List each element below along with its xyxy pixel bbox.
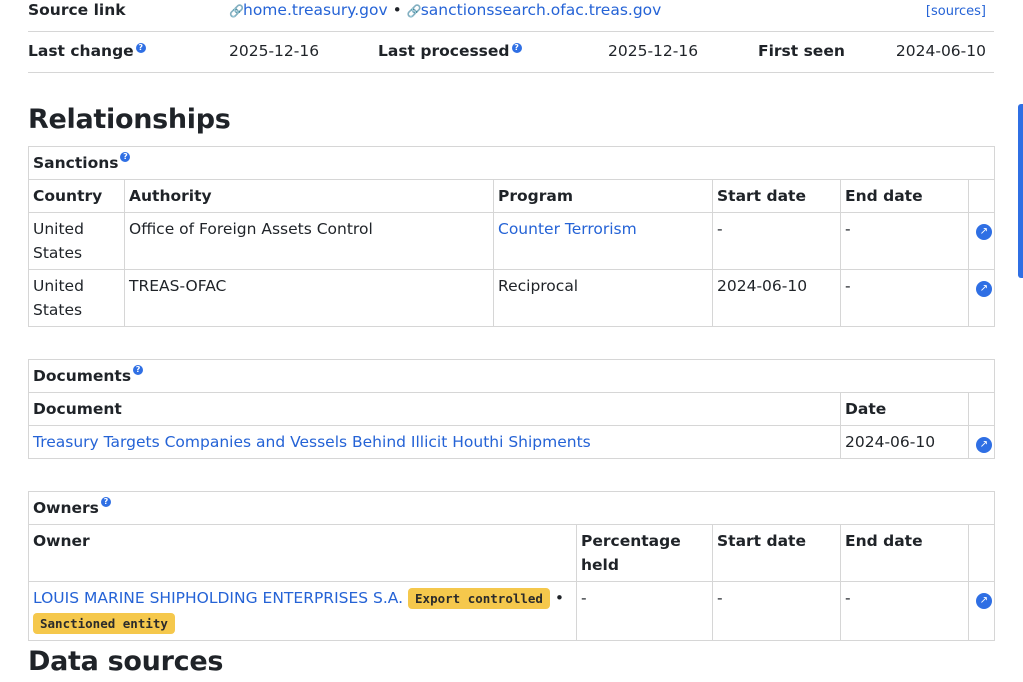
help-icon[interactable]: ? bbox=[100, 497, 111, 507]
column-header: Percentage held bbox=[576, 524, 713, 582]
first-seen-value: 2024-06-10 bbox=[895, 42, 986, 60]
open-external-icon[interactable]: ↗ bbox=[976, 593, 992, 609]
start-date-cell: - bbox=[712, 212, 841, 270]
data-sources-heading: Data sources bbox=[28, 646, 224, 677]
start-date-cell: 2024-06-10 bbox=[712, 269, 841, 327]
entity-page: Source link 🔗home.treasury.gov • 🔗sancti… bbox=[27, 0, 996, 677]
column-header: Date bbox=[840, 392, 969, 426]
documents-title: Documents? bbox=[27, 359, 996, 393]
table-row: Treasury Targets Companies and Vessels B… bbox=[28, 425, 996, 459]
source-link-treasury[interactable]: home.treasury.gov bbox=[243, 1, 388, 19]
separator: • bbox=[554, 589, 565, 607]
column-header: Document bbox=[28, 392, 841, 426]
country-cell: United States bbox=[28, 269, 125, 327]
table-header-row: Country Authority Program Start date End… bbox=[28, 179, 996, 213]
column-header: Start date bbox=[712, 524, 841, 582]
source-link-row: Source link 🔗home.treasury.gov • 🔗sancti… bbox=[28, 0, 994, 32]
column-header: Owner bbox=[28, 524, 577, 582]
source-links: 🔗home.treasury.gov • 🔗sanctionssearch.of… bbox=[229, 1, 661, 19]
first-seen-label: First seen bbox=[758, 42, 845, 60]
help-icon[interactable]: ? bbox=[511, 43, 522, 53]
table-header-row: Owner Percentage held Start date End dat… bbox=[28, 524, 996, 582]
program-link[interactable]: Counter Terrorism bbox=[498, 220, 637, 238]
sources-link[interactable]: [sources] bbox=[926, 4, 986, 19]
owners-table: Owners? Owner Percentage held Start date… bbox=[27, 491, 996, 641]
column-header: End date bbox=[840, 524, 969, 582]
export-controlled-badge: Export controlled bbox=[408, 588, 550, 609]
table-header-row: Document Date bbox=[28, 392, 996, 426]
dates-row: Last change? 2025-12-16 Last processed? … bbox=[28, 32, 994, 73]
document-link[interactable]: Treasury Targets Companies and Vessels B… bbox=[33, 433, 591, 451]
open-external-icon[interactable]: ↗ bbox=[976, 281, 992, 297]
table-row: United States Office of Foreign Assets C… bbox=[28, 212, 996, 270]
end-date-cell: - bbox=[840, 212, 969, 270]
separator: • bbox=[392, 1, 402, 19]
sanctions-table: Sanctions? Country Authority Program Sta… bbox=[27, 146, 996, 327]
table-row: United States TREAS-OFAC Reciprocal 2024… bbox=[28, 269, 996, 327]
relationships-heading: Relationships bbox=[28, 104, 231, 135]
sanctions-title: Sanctions? bbox=[27, 146, 996, 180]
help-icon[interactable]: ? bbox=[120, 152, 131, 162]
end-date-cell: - bbox=[840, 269, 969, 327]
last-processed-label: Last processed? bbox=[378, 42, 522, 60]
last-change-value: 2025-12-16 bbox=[229, 42, 320, 60]
date-cell: 2024-06-10 bbox=[840, 425, 969, 459]
link-icon: 🔗 bbox=[406, 4, 422, 18]
scroll-indicator[interactable] bbox=[1018, 104, 1023, 278]
sanctioned-entity-badge: Sanctioned entity bbox=[33, 613, 175, 634]
column-header: Authority bbox=[124, 179, 494, 213]
column-header: End date bbox=[840, 179, 969, 213]
start-date-cell: - bbox=[712, 581, 841, 641]
percentage-cell: - bbox=[576, 581, 713, 641]
owners-title: Owners? bbox=[27, 491, 996, 525]
table-row: LOUIS MARINE SHIPHOLDING ENTERPRISES S.A… bbox=[28, 581, 996, 641]
help-icon[interactable]: ? bbox=[135, 43, 146, 53]
country-cell: United States bbox=[28, 212, 125, 270]
source-link-ofac[interactable]: sanctionssearch.ofac.treas.gov bbox=[421, 1, 662, 19]
last-change-label: Last change? bbox=[28, 42, 146, 60]
open-external-icon[interactable]: ↗ bbox=[976, 437, 992, 453]
column-header: Country bbox=[28, 179, 125, 213]
authority-cell: Office of Foreign Assets Control bbox=[124, 212, 494, 270]
open-external-icon[interactable]: ↗ bbox=[976, 224, 992, 240]
last-processed-value: 2025-12-16 bbox=[608, 42, 699, 60]
owner-link[interactable]: LOUIS MARINE SHIPHOLDING ENTERPRISES S.A… bbox=[33, 589, 403, 607]
documents-table: Documents? Document Date Treasury Target… bbox=[27, 359, 996, 459]
column-header: Start date bbox=[712, 179, 841, 213]
help-icon[interactable]: ? bbox=[133, 365, 144, 375]
authority-cell: TREAS-OFAC bbox=[124, 269, 494, 327]
end-date-cell: - bbox=[840, 581, 969, 641]
column-header: Program bbox=[493, 179, 713, 213]
link-icon: 🔗 bbox=[229, 4, 244, 18]
program-cell: Reciprocal bbox=[493, 269, 713, 327]
source-link-label: Source link bbox=[28, 1, 126, 19]
